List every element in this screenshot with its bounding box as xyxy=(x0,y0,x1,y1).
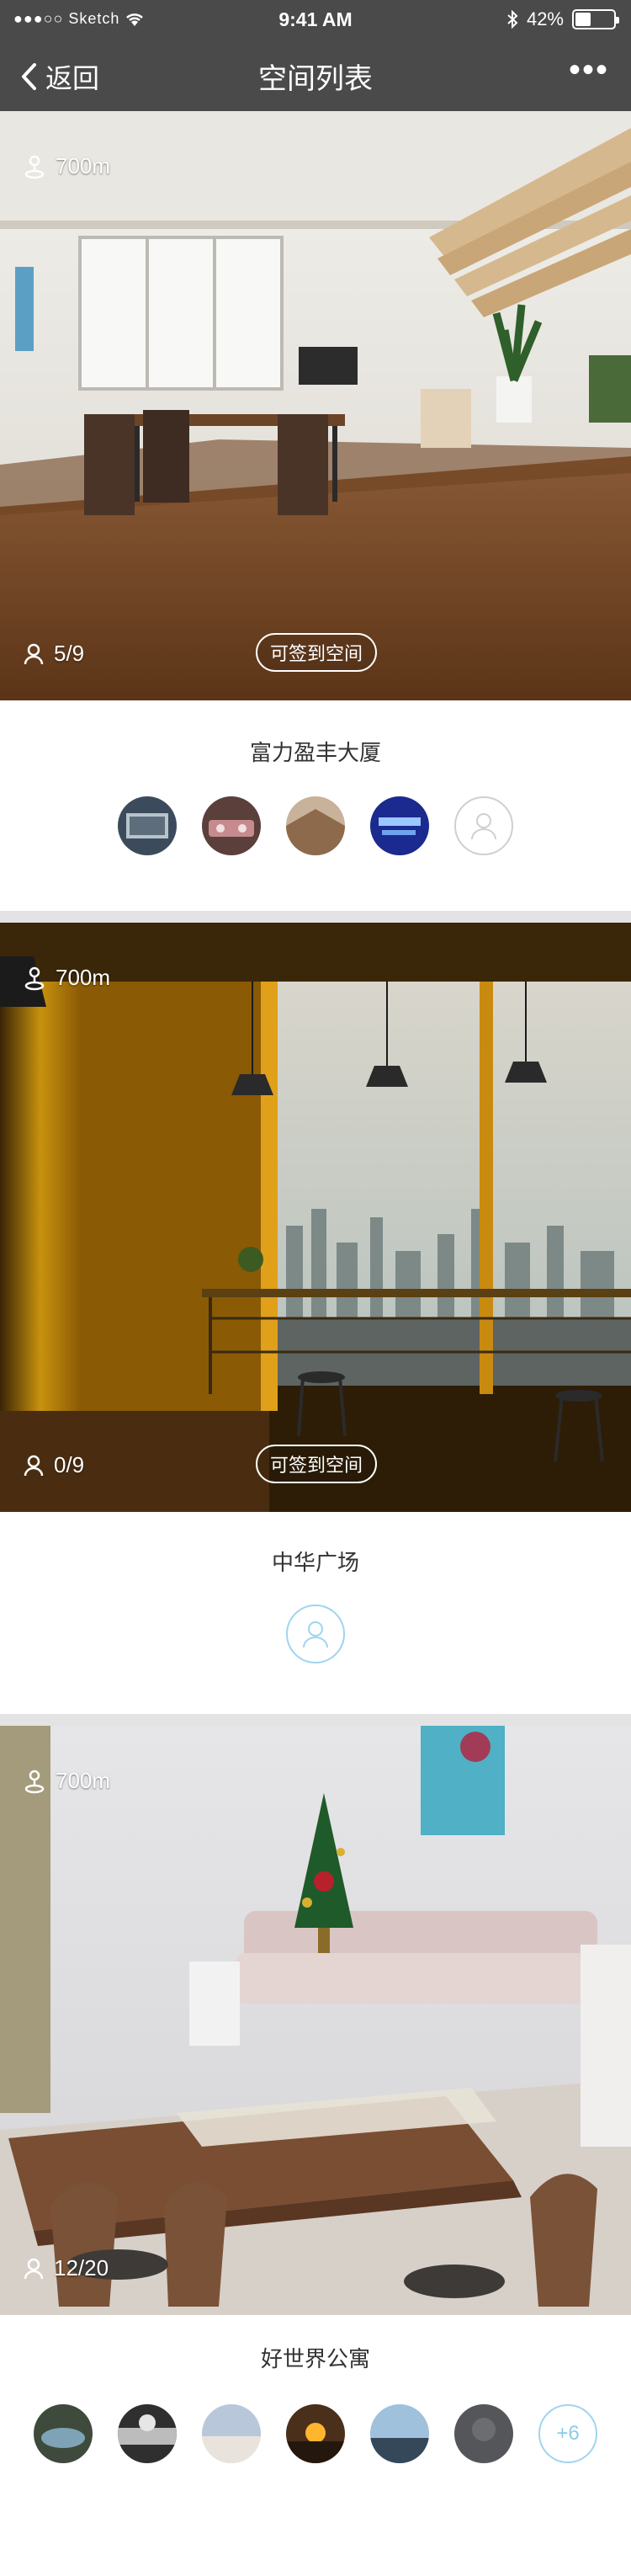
section-divider xyxy=(0,1714,631,1726)
distance-indicator: 700m xyxy=(24,1768,110,1794)
member-avatars xyxy=(0,1605,631,1663)
status-right: 42% xyxy=(506,8,619,30)
member-avatar[interactable] xyxy=(370,2404,429,2463)
person-icon xyxy=(24,1455,44,1477)
member-avatar[interactable] xyxy=(202,2404,261,2463)
location-icon xyxy=(24,966,45,991)
member-avatar[interactable] xyxy=(454,2404,513,2463)
checkin-button[interactable]: 可签到空间 xyxy=(256,633,377,672)
empty-avatar-slot[interactable] xyxy=(454,796,513,855)
occupancy-label: 0/9 xyxy=(54,1452,85,1477)
space-card[interactable]: 700m 0/9 可签到空间 中华广场 xyxy=(0,923,631,1714)
person-icon xyxy=(24,2258,44,2280)
section-divider xyxy=(0,911,631,923)
occupancy-indicator: 0/9 xyxy=(24,1452,84,1478)
loft-interior-image xyxy=(0,923,631,1512)
location-icon xyxy=(24,1769,45,1794)
space-photo[interactable]: 700m 5/9 可签到空间 xyxy=(0,111,631,700)
space-name: 中华广场 xyxy=(271,1550,359,1575)
distance-indicator: 700m xyxy=(24,153,110,179)
member-avatars xyxy=(0,796,631,855)
member-avatar[interactable] xyxy=(118,2404,177,2463)
more-members-button[interactable]: +6 xyxy=(538,2404,597,2463)
person-icon xyxy=(470,812,497,840)
bluetooth-icon xyxy=(506,10,518,29)
space-card[interactable]: 700m 5/9 可签到空间 富力盈丰大厦 xyxy=(0,111,631,911)
member-avatars: +6 xyxy=(0,2404,631,2463)
space-photo[interactable]: 700m 12/20 xyxy=(0,1726,631,2315)
empty-avatar-slot[interactable] xyxy=(286,1605,345,1663)
space-name: 好世界公寓 xyxy=(260,2346,370,2371)
distance-label: 700m xyxy=(56,965,111,990)
office-interior-image xyxy=(0,111,631,700)
battery-icon xyxy=(572,9,619,29)
distance-label: 700m xyxy=(56,153,111,178)
navigation-bar: 返回 空间列表 ••• xyxy=(0,40,631,111)
space-name: 富力盈丰大厦 xyxy=(249,740,381,765)
member-avatar[interactable] xyxy=(370,796,429,855)
member-avatar[interactable] xyxy=(202,796,261,855)
occupancy-label: 12/20 xyxy=(54,2255,109,2281)
location-icon xyxy=(24,154,45,179)
more-button[interactable]: ••• xyxy=(569,53,609,87)
top-bar: ●●●○○ Sketch 9:41 AM 42% 返回 空间列表 ••• xyxy=(0,0,631,111)
occupancy-indicator: 12/20 xyxy=(24,2255,109,2281)
member-avatar[interactable] xyxy=(34,2404,93,2463)
occupancy-indicator: 5/9 xyxy=(24,641,84,667)
apartment-interior-image xyxy=(0,1726,631,2315)
battery-fill xyxy=(575,13,591,26)
person-icon xyxy=(24,643,44,665)
member-avatar[interactable] xyxy=(286,796,345,855)
page-title: 空间列表 xyxy=(258,63,373,95)
person-icon xyxy=(302,1620,329,1648)
member-avatar[interactable] xyxy=(118,796,177,855)
status-bar: ●●●○○ Sketch 9:41 AM 42% xyxy=(0,0,631,40)
distance-indicator: 700m xyxy=(24,965,110,991)
battery-percent: 42% xyxy=(526,8,564,29)
checkin-button[interactable]: 可签到空间 xyxy=(256,1445,377,1483)
space-card[interactable]: 700m 12/20 好世界公寓 +6 xyxy=(0,1726,631,2576)
occupancy-label: 5/9 xyxy=(54,641,85,666)
distance-label: 700m xyxy=(56,1768,111,1793)
space-photo[interactable]: 700m 0/9 可签到空间 xyxy=(0,923,631,1512)
member-avatar[interactable] xyxy=(286,2404,345,2463)
